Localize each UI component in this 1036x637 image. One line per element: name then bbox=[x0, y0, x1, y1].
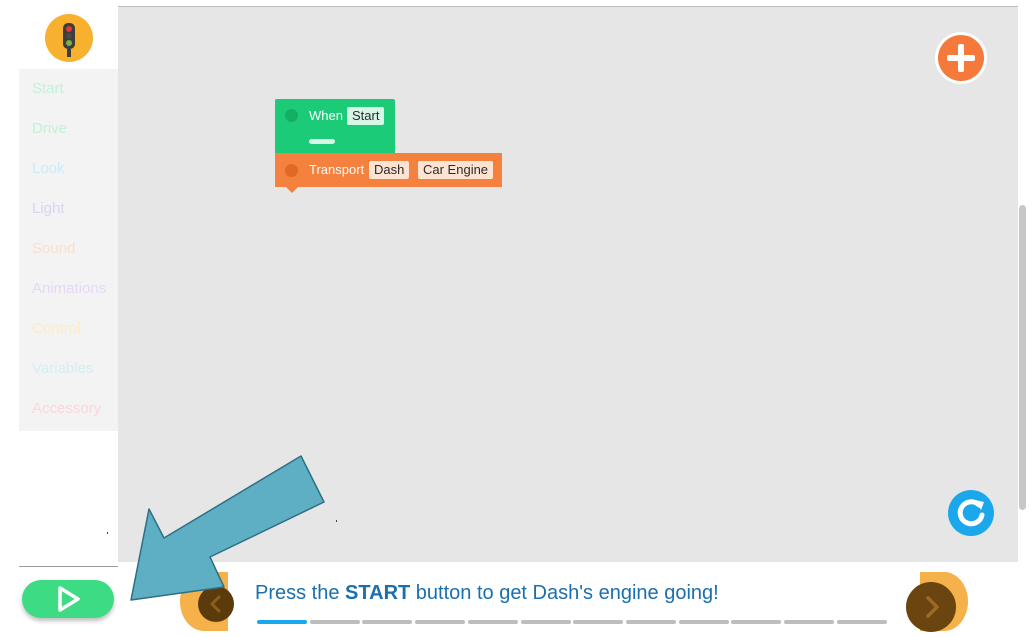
progress-segment bbox=[678, 620, 729, 624]
category-variables[interactable]: Variables bbox=[32, 360, 93, 378]
when-label: When bbox=[309, 108, 343, 123]
progress-segment bbox=[836, 620, 887, 624]
category-sound[interactable]: Sound bbox=[32, 240, 75, 258]
category-accessory[interactable]: Accessory bbox=[32, 400, 101, 418]
progress-segment bbox=[415, 620, 466, 624]
play-button[interactable] bbox=[22, 580, 114, 618]
chevron-left-icon bbox=[210, 595, 221, 613]
progress-segment bbox=[520, 620, 571, 624]
category-light[interactable]: Light bbox=[32, 200, 65, 218]
block-connector-dot bbox=[285, 164, 298, 177]
sound-select-field[interactable]: Car Engine bbox=[418, 161, 494, 179]
progress-segment bbox=[362, 620, 413, 624]
plus-icon bbox=[938, 35, 984, 81]
category-look[interactable]: Look bbox=[32, 160, 65, 178]
progress-segment bbox=[573, 620, 624, 624]
category-start[interactable]: Start bbox=[32, 80, 64, 98]
prev-step-button[interactable] bbox=[198, 586, 234, 622]
sidebar-header bbox=[19, 6, 118, 69]
next-step-button[interactable] bbox=[906, 582, 956, 632]
code-workspace[interactable] bbox=[118, 6, 1018, 562]
reset-icon bbox=[957, 499, 985, 527]
transport-block[interactable]: Transport Dash Car Engine bbox=[275, 153, 502, 193]
category-list: Start Drive Look Light Sound Animations Contro… bbox=[19, 69, 118, 431]
when-start-block[interactable]: When Start bbox=[275, 99, 395, 161]
step-progress bbox=[257, 620, 889, 625]
left-gutter bbox=[0, 0, 19, 631]
when-trigger-field[interactable]: Start bbox=[347, 107, 385, 125]
sidebar: Start Drive Look Light Sound Animations Contro… bbox=[19, 6, 118, 567]
category-control[interactable]: Control bbox=[32, 320, 80, 338]
traffic-light-icon[interactable] bbox=[45, 14, 93, 62]
chevron-right-icon bbox=[926, 596, 939, 618]
instruction-text: Press the START button to get Dash's eng… bbox=[255, 582, 719, 604]
progress-segment bbox=[467, 620, 518, 624]
block-connector-dot bbox=[285, 109, 298, 122]
transport-label: Transport bbox=[309, 162, 365, 177]
progress-segment bbox=[731, 620, 782, 624]
category-drive[interactable]: Drive bbox=[32, 120, 67, 138]
scrollbar-thumb[interactable] bbox=[1019, 205, 1026, 510]
progress-segment bbox=[784, 620, 834, 624]
progress-segment bbox=[625, 620, 676, 624]
reset-button[interactable] bbox=[948, 490, 994, 536]
add-button[interactable] bbox=[935, 32, 987, 84]
progress-segment bbox=[309, 620, 360, 624]
divider bbox=[19, 566, 118, 567]
play-icon bbox=[58, 586, 80, 612]
block-slot bbox=[309, 139, 335, 144]
progress-segment bbox=[257, 620, 307, 624]
robot-select-field[interactable]: Dash bbox=[369, 161, 410, 179]
category-animations[interactable]: Animations bbox=[32, 280, 106, 298]
